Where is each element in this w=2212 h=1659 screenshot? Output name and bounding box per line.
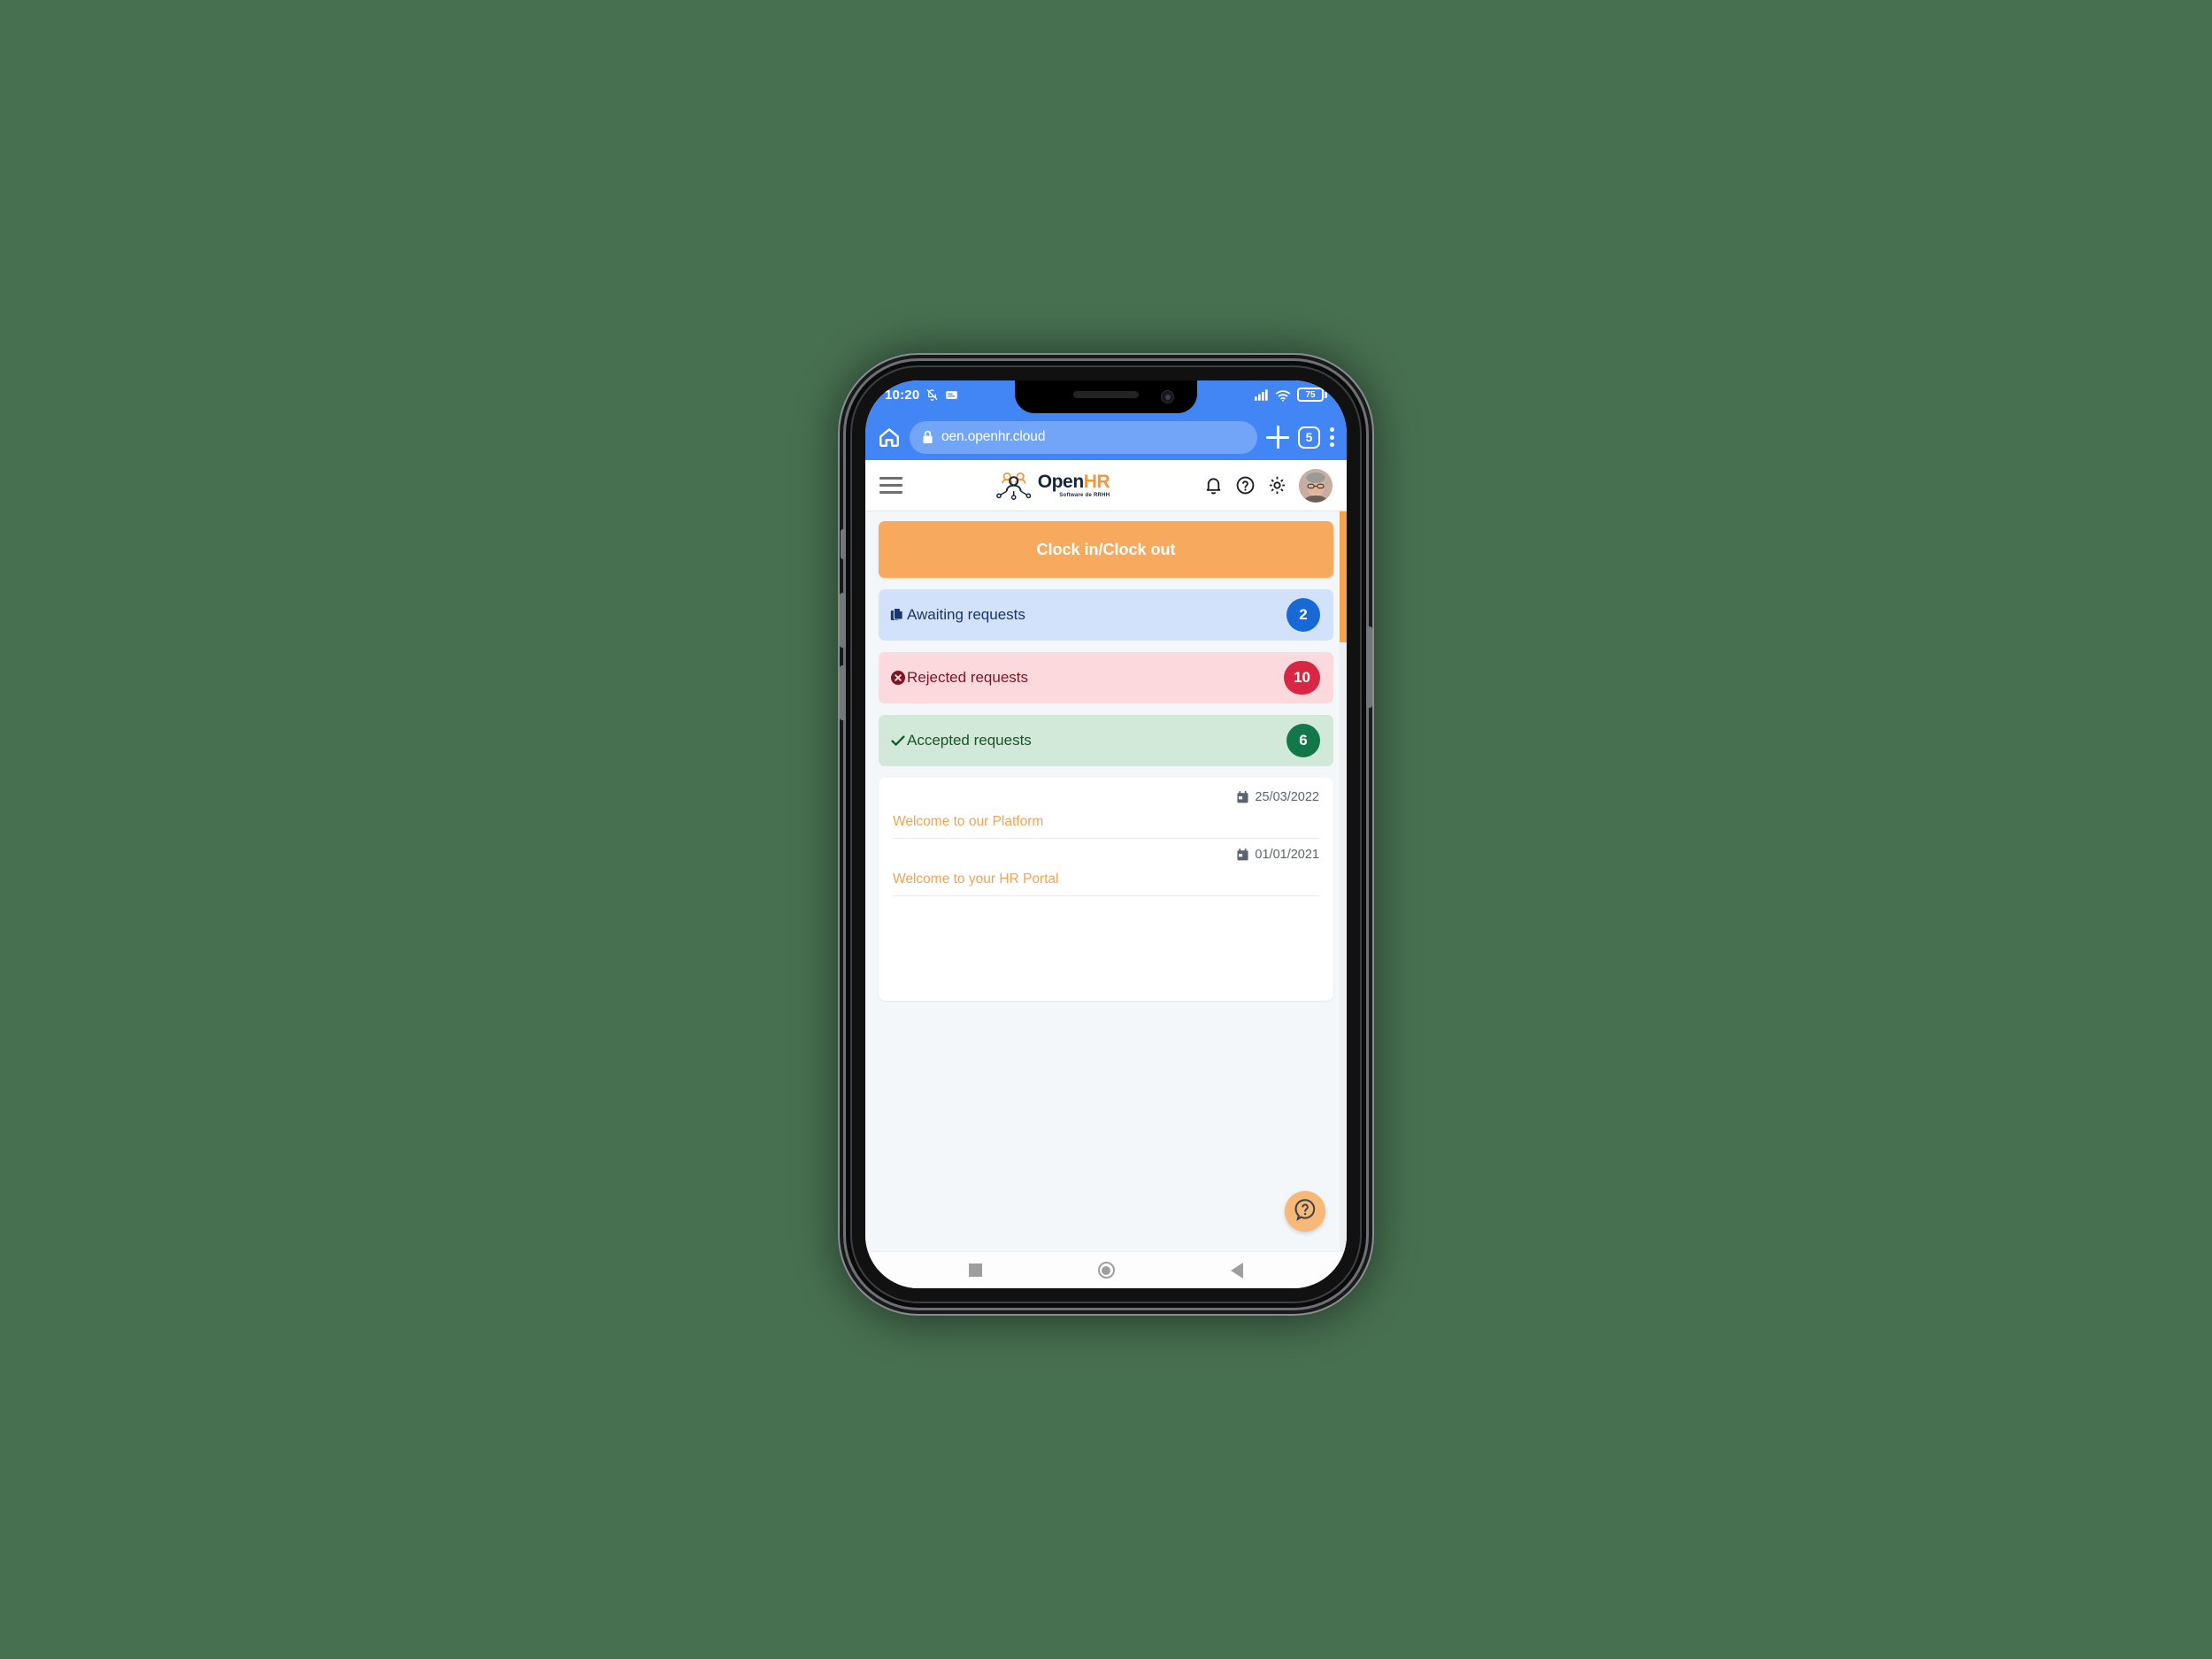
help-circle-icon[interactable] (1235, 475, 1256, 495)
news-date: 25/03/2022 (1255, 790, 1319, 804)
help-bubble-icon (1293, 1197, 1317, 1226)
scrollbar-thumb[interactable] (1340, 511, 1347, 642)
volume-up-button[interactable] (840, 593, 846, 648)
lock-icon (922, 430, 933, 444)
bell-muted-icon (926, 388, 939, 402)
awaiting-requests-card[interactable]: Awaiting requests 2 (879, 589, 1333, 641)
gear-icon[interactable] (1267, 475, 1287, 495)
hamburger-icon[interactable] (879, 477, 902, 494)
cellular-signal-icon (1255, 388, 1269, 401)
triangle-back-icon[interactable] (1230, 1262, 1243, 1279)
news-item[interactable]: 01/01/2021 Welcome to your HR Portal (893, 848, 1319, 896)
awaiting-requests-label: Awaiting requests (907, 606, 1025, 623)
square-recents-icon[interactable] (969, 1263, 983, 1277)
bell-icon[interactable] (1203, 475, 1224, 495)
display-notch (1015, 380, 1197, 413)
news-title[interactable]: Welcome to our Platform (893, 814, 1319, 830)
earpiece-speaker (1073, 391, 1139, 398)
calendar-icon (1237, 849, 1248, 861)
app-content: Clock in/Clock out Awaiting requests 2 R… (865, 511, 1347, 1251)
openhr-logo[interactable]: OpenHR Software de RRHH (911, 471, 1194, 501)
android-nav-bar (865, 1251, 1347, 1288)
battery-icon: 75 (1297, 388, 1327, 402)
awaiting-requests-count: 2 (1286, 598, 1320, 632)
logo-tagline: Software de RRHH (1059, 493, 1110, 498)
rejected-requests-label: Rejected requests (907, 669, 1029, 686)
wifi-icon (1275, 388, 1291, 402)
app-header: OpenHR Software de RRHH (865, 460, 1347, 511)
battery-level: 75 (1305, 389, 1316, 400)
accepted-requests-count: 6 (1286, 724, 1320, 757)
status-time: 10:20 (885, 387, 920, 403)
circle-home-icon[interactable] (1097, 1262, 1115, 1279)
circle-x-icon (890, 670, 906, 686)
home-icon[interactable] (878, 426, 901, 449)
status-bar: 10:20 75 (865, 380, 1347, 414)
accepted-requests-card[interactable]: Accepted requests 6 (879, 715, 1333, 766)
accepted-requests-label: Accepted requests (907, 732, 1032, 749)
volume-down-button[interactable] (840, 665, 846, 720)
notification-card-icon (945, 388, 958, 402)
browser-toolbar: oen.openhr.cloud 5 (865, 414, 1347, 460)
help-fab-button[interactable] (1285, 1191, 1325, 1232)
stage: 10:20 75 oen.openhr.cloud 5 OpenHR Softw… (0, 0, 2212, 1659)
news-date: 01/01/2021 (1255, 848, 1319, 862)
clock-in-out-button[interactable]: Clock in/Clock out (879, 521, 1333, 578)
tab-count-button[interactable]: 5 (1298, 426, 1320, 449)
check-icon (890, 733, 906, 749)
kebab-menu-icon[interactable] (1329, 426, 1334, 449)
power-button[interactable] (1366, 626, 1372, 708)
rejected-requests-card[interactable]: Rejected requests 10 (879, 652, 1333, 703)
mute-switch[interactable] (841, 529, 846, 559)
documents-copy-icon (890, 607, 906, 623)
url-text: oen.openhr.cloud (941, 429, 1046, 444)
logo-accent-text: HR (1083, 472, 1110, 492)
news-item[interactable]: 25/03/2022 Welcome to our Platform (893, 790, 1319, 839)
openhr-logo-mark (995, 471, 1033, 501)
url-bar[interactable]: oen.openhr.cloud (910, 420, 1257, 454)
phone-device: 10:20 75 oen.openhr.cloud 5 OpenHR Softw… (840, 361, 1372, 1308)
logo-primary-text: Open (1037, 472, 1084, 492)
calendar-icon (1237, 791, 1248, 803)
news-title[interactable]: Welcome to your HR Portal (893, 872, 1319, 887)
front-camera (1161, 390, 1174, 403)
avatar[interactable] (1299, 468, 1333, 503)
news-card: 25/03/2022 Welcome to our Platform 01/01… (879, 778, 1333, 1001)
rejected-requests-count: 10 (1284, 661, 1320, 695)
plus-icon[interactable] (1266, 426, 1289, 449)
scrollbar-track[interactable] (1340, 511, 1347, 1251)
phone-screen: 10:20 75 oen.openhr.cloud 5 OpenHR Softw… (865, 380, 1347, 1288)
